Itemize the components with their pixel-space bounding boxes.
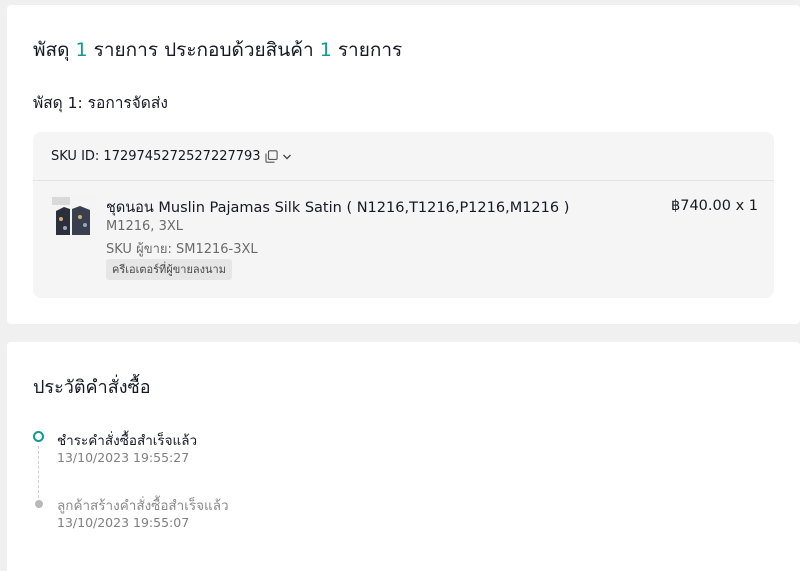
product-variant: M1216, 3XL bbox=[106, 219, 183, 234]
copy-icon[interactable] bbox=[265, 150, 278, 163]
package-title: พัสดุ 1 รายการ ประกอบด้วยสินค้า 1 รายการ bbox=[33, 39, 403, 61]
package-status-heading: พัสดุ 1: รอการจัดส่ง bbox=[33, 94, 168, 112]
price-quantity: ฿740.00 x 1 bbox=[671, 198, 758, 214]
item-count: 1 bbox=[319, 39, 332, 61]
timeline-event-time: 13/10/2023 19:55:07 bbox=[57, 515, 190, 530]
sku-id-label: SKU ID: 1729745272527227793 bbox=[51, 149, 261, 164]
creator-tag: ครีเอเตอร์ที่ผู้ขายลงนาม bbox=[106, 259, 232, 280]
timeline-dot-active bbox=[33, 431, 44, 442]
order-history-card: ประวัติคำสั่งซื้อ ชำระคำสั่งซื้อสำเร็จแล… bbox=[7, 342, 800, 571]
package-count: 1 bbox=[75, 39, 88, 61]
timeline-event-label: ชำระคำสั่งซื้อสำเร็จแล้ว bbox=[57, 433, 198, 449]
product-thumbnail[interactable] bbox=[50, 195, 96, 241]
package-card: พัสดุ 1 รายการ ประกอบด้วยสินค้า 1 รายการ… bbox=[7, 5, 800, 324]
timeline-connector bbox=[38, 446, 39, 498]
product-name[interactable]: ชุดนอน Muslin Pajamas Silk Satin ( N1216… bbox=[106, 196, 569, 219]
timeline-dot bbox=[35, 500, 43, 508]
seller-sku: SKU ผู้ขาย: SM1216-3XL bbox=[106, 242, 258, 257]
sku-box: SKU ID: 1729745272527227793 ชุดนอน Musli… bbox=[33, 132, 774, 298]
timeline-event-time: 13/10/2023 19:55:27 bbox=[57, 450, 190, 465]
timeline-event-label: ลูกค้าสร้างคำสั่งซื้อสำเร็จแล้ว bbox=[57, 498, 229, 514]
sku-id-row: SKU ID: 1729745272527227793 bbox=[51, 149, 292, 164]
chevron-down-icon[interactable] bbox=[282, 152, 292, 162]
order-history-title: ประวัติคำสั่งซื้อ bbox=[33, 377, 151, 398]
sku-header: SKU ID: 1729745272527227793 bbox=[33, 132, 774, 181]
